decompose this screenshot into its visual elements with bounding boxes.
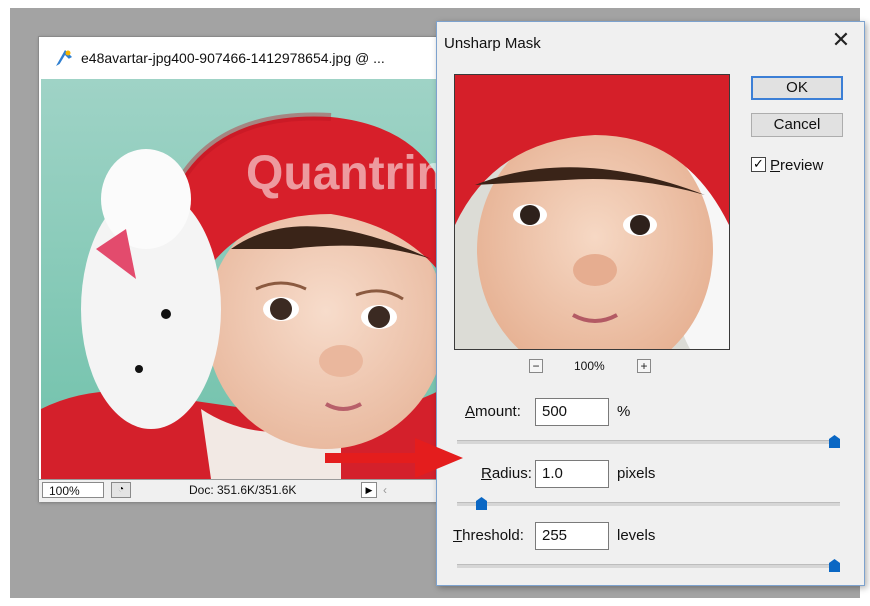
radius-slider-thumb[interactable] — [475, 497, 487, 510]
radius-label: Radius: — [481, 465, 532, 482]
image-canvas[interactable]: Quantrimang — [41, 79, 457, 479]
annotation-arrow — [325, 438, 463, 478]
cancel-button[interactable]: Cancel — [751, 113, 843, 137]
radius-unit: pixels — [617, 465, 656, 482]
zoom-in-button[interactable]: + — [637, 359, 651, 373]
document-size-info: Doc: 351.6K/351.6K — [189, 483, 297, 497]
image-document-window[interactable]: e48avartar-jpg400-907466-1412978654.jpg … — [38, 36, 460, 502]
scroll-left-icon[interactable]: ‹ — [383, 483, 387, 497]
status-menu-arrow-icon[interactable]: ▶ — [361, 482, 377, 498]
filter-preview[interactable] — [454, 74, 730, 350]
preview-zoom-level: 100% — [574, 359, 605, 373]
size-toggle-icon[interactable]: ◔ — [111, 482, 131, 498]
threshold-label: Threshold: — [453, 527, 524, 544]
zoom-out-button[interactable]: − — [529, 359, 543, 373]
close-icon[interactable]: ✕ — [830, 29, 852, 52]
ok-button[interactable]: OK — [751, 76, 843, 100]
amount-slider-thumb[interactable] — [829, 435, 840, 448]
amount-slider-track[interactable] — [457, 440, 840, 444]
dialog-title: Unsharp Mask — [444, 35, 541, 52]
threshold-unit: levels — [617, 527, 656, 544]
radius-slider-track[interactable] — [457, 502, 840, 506]
radius-input[interactable]: 1.0 — [535, 460, 609, 488]
amount-input[interactable]: 500 — [535, 398, 609, 426]
amount-unit: % — [617, 403, 631, 420]
threshold-input[interactable]: 255 — [535, 522, 609, 550]
zoom-level-field[interactable]: 100% — [42, 482, 104, 498]
preview-checkbox[interactable]: ✓ — [751, 157, 766, 172]
threshold-slider-track[interactable] — [457, 564, 840, 568]
preview-image — [455, 75, 729, 349]
photoshop-document-icon — [56, 50, 72, 66]
threshold-slider-thumb[interactable] — [829, 559, 840, 572]
document-title-bar[interactable]: e48avartar-jpg400-907466-1412978654.jpg … — [39, 37, 459, 79]
document-status-bar: 100% ◔ Doc: 351.6K/351.6K ▶ ‹ — [39, 479, 459, 502]
watermark-text: Quantrimang — [246, 147, 457, 200]
unsharp-mask-dialog[interactable]: Unsharp Mask ✕ − 100% + OK Cancel ✓ Prev… — [436, 21, 865, 586]
preview-label: Preview — [770, 157, 824, 174]
amount-label: Amount: — [465, 403, 521, 420]
baby-photo: Quantrimang — [41, 79, 457, 479]
document-title: e48avartar-jpg400-907466-1412978654.jpg … — [81, 50, 385, 66]
